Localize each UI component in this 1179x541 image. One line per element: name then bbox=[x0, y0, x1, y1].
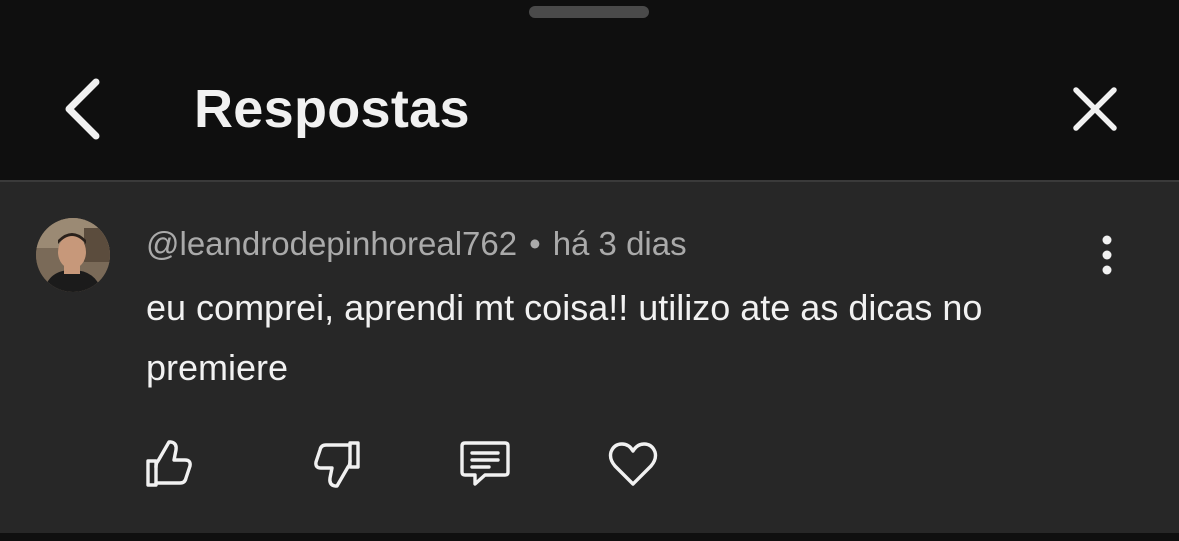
replies-header: Respostas bbox=[0, 0, 1179, 180]
reply-button[interactable] bbox=[450, 432, 520, 496]
dislike-icon bbox=[314, 441, 360, 488]
more-options-button[interactable] bbox=[1084, 230, 1130, 280]
chevron-left-icon bbox=[65, 78, 100, 140]
avatar[interactable] bbox=[36, 218, 110, 292]
heart-button[interactable] bbox=[598, 432, 668, 496]
meta-separator: • bbox=[529, 225, 541, 262]
comment-timestamp: há 3 dias bbox=[552, 225, 687, 262]
page-title: Respostas bbox=[194, 79, 470, 139]
heart-icon bbox=[608, 442, 658, 486]
comment-actions bbox=[0, 432, 1179, 502]
reply-icon bbox=[460, 441, 510, 486]
comment-author[interactable]: @leandrodepinhoreal762 bbox=[146, 225, 517, 262]
drag-handle[interactable] bbox=[529, 6, 649, 18]
like-button[interactable] bbox=[134, 432, 204, 496]
back-button[interactable] bbox=[52, 74, 112, 144]
close-icon bbox=[1073, 87, 1117, 131]
comment-item: @leandrodepinhoreal762 • há 3 dias eu comp… bbox=[0, 182, 1179, 541]
dislike-button[interactable] bbox=[302, 432, 372, 496]
comment-text: eu comprei, aprendi mt coisa!! utilizo a… bbox=[146, 287, 983, 388]
more-vertical-icon bbox=[1102, 235, 1112, 275]
replies-sheet: Respostas @leandrodepinhoreal762 • há 3 di… bbox=[0, 0, 1179, 541]
close-button[interactable] bbox=[1062, 76, 1128, 142]
like-icon bbox=[146, 440, 192, 487]
bottom-edge bbox=[0, 533, 1179, 541]
comment-meta: @leandrodepinhoreal762 • há 3 dias bbox=[146, 220, 687, 268]
